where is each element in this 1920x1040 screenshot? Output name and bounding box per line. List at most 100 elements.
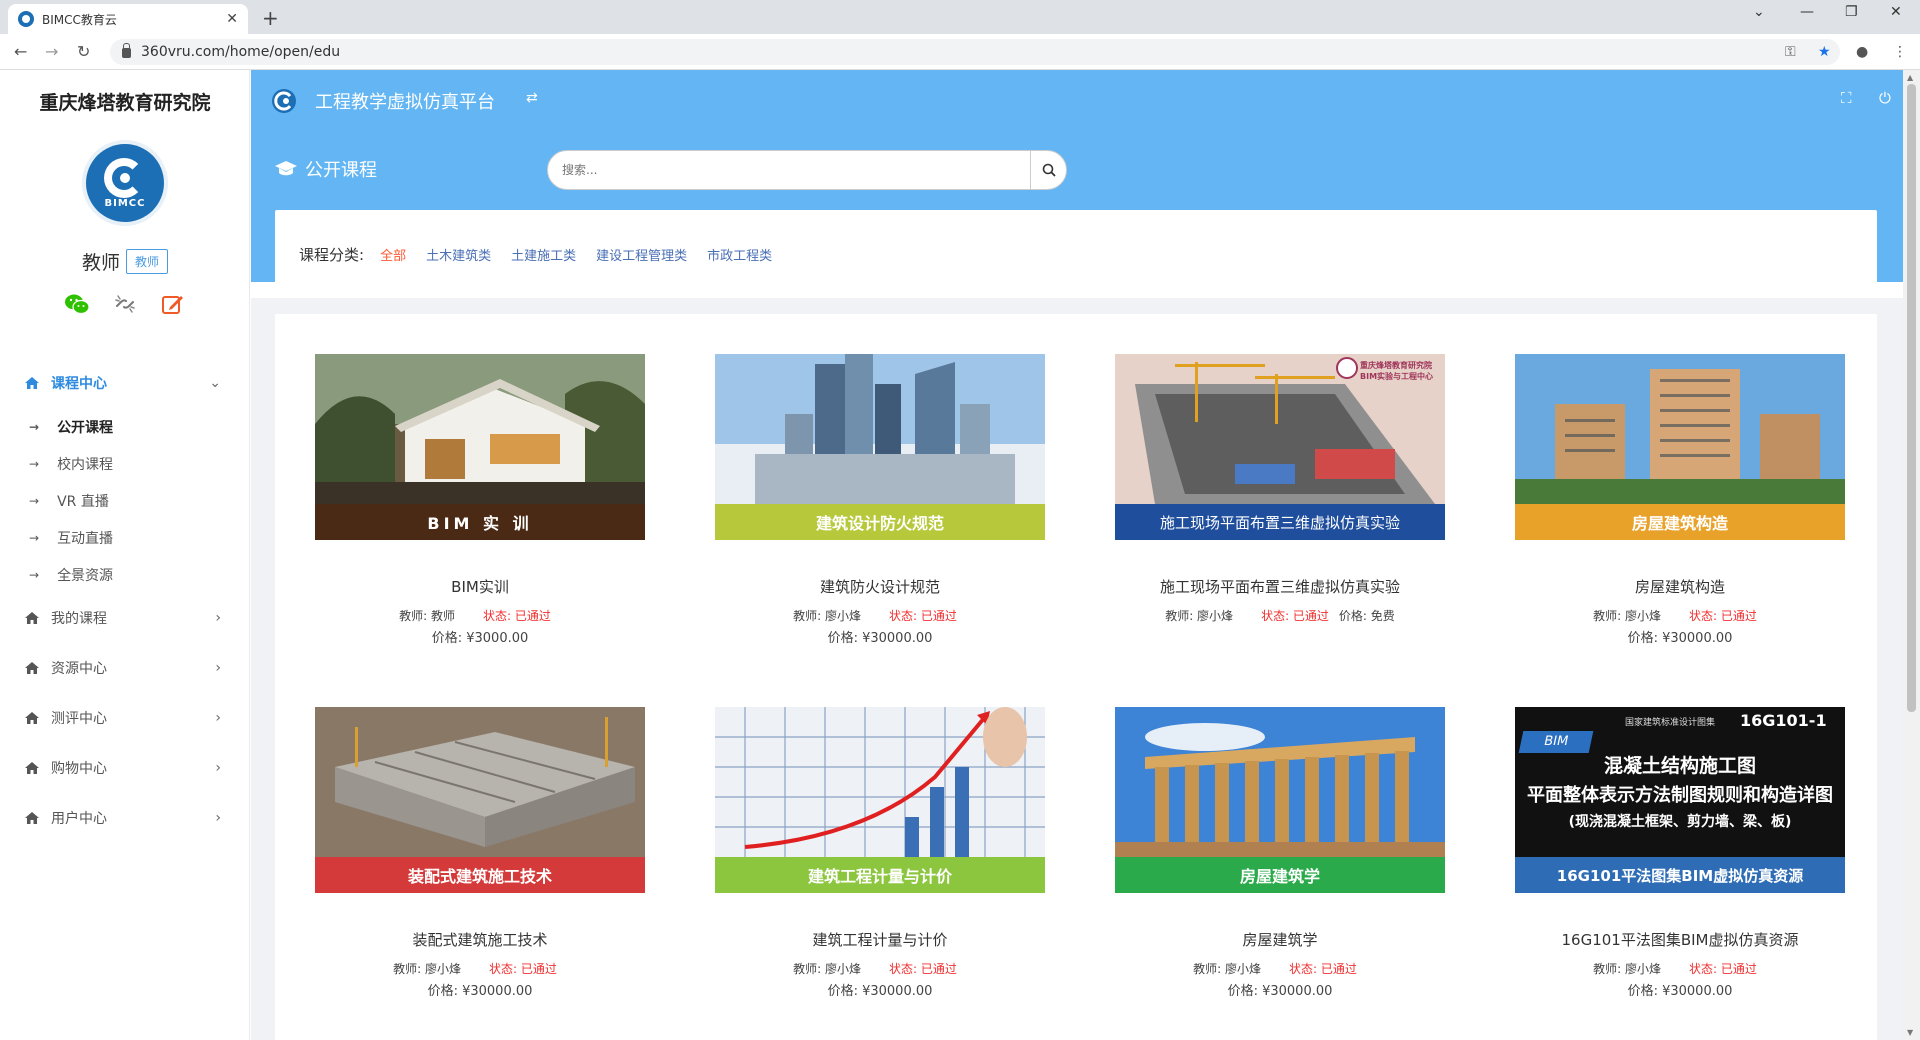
page-title: 公开课程 (275, 156, 377, 182)
edit-icon[interactable] (160, 292, 186, 316)
home-icon (25, 762, 39, 774)
menu-my-courses[interactable]: 我的课程 › (15, 593, 235, 643)
fullscreen-icon[interactable]: ⛶ (1841, 89, 1852, 107)
profile-icon[interactable]: ● (1856, 44, 1868, 60)
course-banner: BIM 实 训 (315, 504, 645, 540)
course-title[interactable]: 房屋建筑学 (1115, 929, 1445, 950)
apartments-image (1515, 354, 1845, 504)
reload-icon[interactable]: ↻ (77, 42, 90, 61)
tab-search-icon[interactable]: ⌄ (1753, 4, 1765, 20)
sidebar-item-vr-live[interactable]: → VR 直播 (29, 482, 235, 519)
platform-logo-icon (272, 89, 296, 113)
status-badge: 状态: 已通过 (1689, 962, 1757, 976)
course-grid: BIM 实 训 BIM实训 教师: 教师 状态: 已通过 价格: ¥3000.00… (275, 314, 1877, 1040)
browser-menu-icon[interactable]: ⋮ (1893, 44, 1907, 60)
category-municipal[interactable]: 市政工程类 (707, 245, 772, 264)
category-all[interactable]: 全部 (380, 245, 406, 264)
url-text: 360vru.com/home/open/edu (141, 44, 341, 60)
search-button[interactable] (1030, 151, 1066, 189)
tab-title: BIMCC教育云 (42, 12, 117, 27)
menu-shopping-center[interactable]: 购物中心 › (15, 743, 235, 793)
lock-icon (122, 43, 131, 58)
power-icon[interactable]: ⏻ (1879, 89, 1891, 107)
course-title[interactable]: BIM实训 (315, 576, 645, 597)
status-badge: 状态: 已通过 (1289, 962, 1357, 976)
platform-title: 工程教学虚拟仿真平台 (315, 92, 495, 113)
scroll-down-icon[interactable]: ▼ (1907, 1028, 1913, 1037)
scrollbar-thumb[interactable] (1907, 84, 1916, 712)
course-thumbnail[interactable]: BIM 实 训 (315, 354, 645, 540)
course-price: 价格: ¥30000.00 (827, 631, 933, 646)
course-thumbnail[interactable]: 房屋建筑构造 (1515, 354, 1845, 540)
url-field[interactable]: 360vru.com/home/open/edu (110, 39, 1840, 65)
chevron-right-icon: › (215, 660, 221, 676)
new-tab-button[interactable]: + (262, 6, 279, 30)
course-title[interactable]: 建筑防火设计规范 (715, 576, 1045, 597)
category-filter: 课程分类: 全部 土木建筑类 土建施工类 建设工程管理类 市政工程类 (275, 210, 1877, 298)
course-banner: 建筑设计防火规范 (715, 504, 1045, 540)
browser-tab[interactable]: BIMCC教育云 ✕ (8, 4, 248, 34)
category-construction[interactable]: 土建施工类 (511, 245, 576, 264)
course-meta: 教师: 廖小烽 状态: 已通过 (1593, 609, 1757, 623)
villa-image (315, 354, 645, 504)
category-civil-architecture[interactable]: 土木建筑类 (426, 245, 491, 264)
arrow-right-icon: → (29, 419, 40, 434)
org-name: 重庆烽塔教育研究院 (39, 92, 211, 114)
course-title[interactable]: 施工现场平面布置三维虚拟仿真实验 (1115, 576, 1445, 597)
sidebar-menu: 课程中心 ⌄ → 公开课程 → 校内课程 → VR 直播 → 互动直播 → 全景… (15, 358, 235, 843)
course-thumbnail[interactable]: 装配式建筑施工技术 (315, 707, 645, 893)
course-title[interactable]: 装配式建筑施工技术 (315, 929, 645, 950)
minimize-icon[interactable]: — (1800, 4, 1814, 20)
logo-text: BIMCC (104, 198, 146, 209)
sidebar-item-panorama[interactable]: → 全景资源 (29, 556, 235, 593)
course-meta: 教师: 廖小烽 状态: 已通过 (1593, 962, 1757, 976)
parthenon-image (1115, 707, 1445, 857)
course-thumbnail[interactable]: 建筑工程计量与计价 (715, 707, 1045, 893)
course-title[interactable]: 16G101平法图集BIM虚拟仿真资源 (1515, 929, 1845, 950)
back-icon[interactable]: ← (14, 42, 27, 61)
swap-icon[interactable]: ⇄ (526, 90, 538, 106)
course-title[interactable]: 建筑工程计量与计价 (715, 929, 1045, 950)
wechat-icon[interactable] (64, 292, 90, 316)
course-thumbnail[interactable]: 建筑设计防火规范 (715, 354, 1045, 540)
course-meta: 教师: 廖小烽 状态: 已通过 价格: 免费 (1165, 609, 1395, 623)
key-icon[interactable]: ⚿ (1785, 44, 1796, 60)
course-title[interactable]: 房屋建筑构造 (1515, 576, 1845, 597)
arrow-right-icon: → (29, 567, 40, 582)
sidebar-item-campus-courses[interactable]: → 校内课程 (29, 445, 235, 482)
chevron-right-icon: › (215, 610, 221, 626)
close-tab-icon[interactable]: ✕ (226, 11, 238, 27)
menu-user-center[interactable]: 用户中心 › (15, 793, 235, 843)
scroll-up-icon[interactable]: ▲ (1907, 73, 1913, 82)
browser-tab-bar: BIMCC教育云 ✕ + ⌄ — ❐ ✕ (0, 0, 1920, 34)
search-icon (1042, 163, 1056, 177)
status-badge: 状态: 已通过 (889, 609, 957, 623)
unlink-icon[interactable] (112, 292, 138, 316)
skyscrapers-image (715, 354, 1045, 504)
menu-assessment-center[interactable]: 测评中心 › (15, 693, 235, 743)
menu-course-center[interactable]: 课程中心 ⌄ (15, 358, 235, 408)
course-meta: 教师: 廖小烽 状态: 已通过 (1193, 962, 1357, 976)
course-thumbnail[interactable]: 国家建筑标准设计图集 16G101-1 BIM 混凝土结构施工图 平面整体表示方… (1515, 707, 1845, 893)
window-close-icon[interactable]: ✕ (1890, 4, 1902, 20)
forward-icon[interactable]: → (45, 42, 58, 61)
search-input[interactable] (562, 159, 1012, 181)
sidebar-item-interactive-live[interactable]: → 互动直播 (29, 519, 235, 556)
category-project-management[interactable]: 建设工程管理类 (596, 245, 687, 264)
bim-ribbon: BIM (1518, 731, 1594, 753)
sidebar-item-open-courses[interactable]: → 公开课程 (29, 408, 235, 445)
user-role: 教师 教师 (0, 248, 250, 275)
course-thumbnail[interactable]: 房屋建筑学 (1115, 707, 1445, 893)
chevron-right-icon: › (215, 810, 221, 826)
status-badge: 状态: 已通过 (483, 609, 551, 623)
restore-icon[interactable]: ❐ (1845, 4, 1858, 20)
quick-actions (0, 292, 250, 316)
course-banner: 施工现场平面布置三维虚拟仿真实验 (1115, 504, 1445, 540)
page-scrollbar[interactable]: ▲ ▼ (1903, 70, 1920, 1040)
menu-resource-center[interactable]: 资源中心 › (15, 643, 235, 693)
course-thumbnail[interactable]: 重庆烽塔教育研究院 BIM实验与工程中心 施工现场平面布置三维虚拟仿真实验 (1115, 354, 1445, 540)
home-icon (25, 812, 39, 824)
arrow-right-icon: → (29, 530, 40, 545)
bookmark-star-icon[interactable]: ★ (1818, 44, 1831, 60)
chevron-right-icon: › (215, 710, 221, 726)
